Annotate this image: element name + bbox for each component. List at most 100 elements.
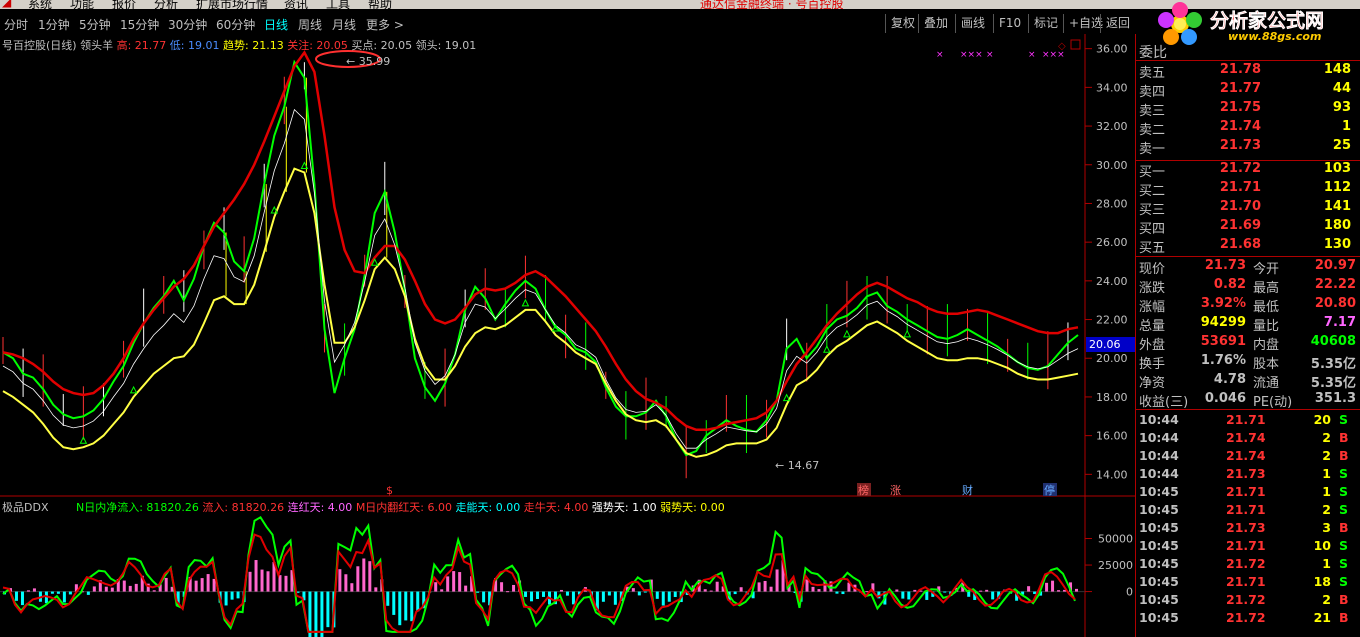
period-more[interactable]: 更多 > bbox=[366, 16, 404, 33]
svg-text:×: × bbox=[986, 50, 994, 60]
sell-level-row[interactable]: 卖三 21.75 93 bbox=[1136, 100, 1360, 119]
order-level-label: 买二 bbox=[1139, 184, 1166, 199]
period-15min[interactable]: 15分钟 bbox=[120, 16, 159, 33]
tick-side: B bbox=[1339, 592, 1349, 607]
tick-time: 10:45 bbox=[1139, 610, 1179, 625]
ddx-strong-days: 强势天: 1.00 bbox=[591, 501, 657, 514]
period-intraday[interactable]: 分时 bbox=[4, 16, 28, 33]
event-marker-rank[interactable]: 榜 bbox=[858, 483, 869, 497]
buy-level-row[interactable]: 买五 21.68 130 bbox=[1136, 237, 1360, 256]
period-5min[interactable]: 5分钟 bbox=[79, 16, 111, 33]
ddx-bar bbox=[392, 591, 396, 615]
period-30min[interactable]: 30分钟 bbox=[168, 16, 207, 33]
menu-item-system[interactable]: 系统 bbox=[28, 0, 52, 9]
menu-item-function[interactable]: 功能 bbox=[70, 0, 94, 9]
overlay-button[interactable]: 叠加 bbox=[918, 14, 953, 33]
indicator-name[interactable]: 领头羊 bbox=[80, 39, 113, 52]
order-price: 21.78 bbox=[1219, 62, 1261, 77]
buy-level-row[interactable]: 买一 21.72 103 bbox=[1136, 161, 1360, 180]
ddx-bar bbox=[601, 591, 605, 602]
tick-price: 21.71 bbox=[1226, 538, 1266, 553]
tick-volume: 18 bbox=[1313, 574, 1331, 589]
ddx-bar bbox=[757, 582, 761, 592]
stat-value: 20.97 bbox=[1314, 258, 1356, 273]
tick-price: 21.72 bbox=[1226, 556, 1266, 571]
event-marker-rise[interactable]: 涨 bbox=[890, 484, 901, 497]
ddx-bar bbox=[32, 588, 36, 592]
stat-label: 现价 bbox=[1139, 262, 1166, 277]
ddx-bar bbox=[92, 586, 96, 592]
event-marker-halt[interactable]: 停 bbox=[1044, 483, 1055, 497]
tick-row: 10:45 21.71 18 S bbox=[1136, 574, 1360, 592]
order-volume: 93 bbox=[1332, 100, 1351, 115]
order-price: 21.74 bbox=[1219, 119, 1261, 134]
sell-level-row[interactable]: 卖四 21.77 44 bbox=[1136, 81, 1360, 100]
ddx-bar bbox=[164, 577, 168, 592]
ddx-tick-label: 25000 bbox=[1098, 559, 1133, 572]
ddx-bar bbox=[230, 591, 234, 600]
tick-time: 10:44 bbox=[1139, 466, 1179, 481]
tick-volume: 21 bbox=[1313, 610, 1331, 625]
ddx-bar bbox=[733, 591, 737, 595]
ddx-bar bbox=[458, 572, 462, 592]
f10-button[interactable]: F10 bbox=[993, 14, 1026, 33]
ddx-bar bbox=[524, 591, 528, 597]
order-price: 21.72 bbox=[1219, 161, 1261, 176]
stat-label: 量比 bbox=[1253, 319, 1280, 334]
ddx-bar bbox=[104, 586, 108, 592]
restore-rights-button[interactable]: 复权 bbox=[885, 14, 920, 33]
ddx-bar bbox=[248, 571, 252, 592]
back-button[interactable]: 返回 bbox=[1100, 14, 1135, 33]
diamond-icon[interactable]: ◇ bbox=[1058, 41, 1066, 52]
tick-volume: 10 bbox=[1313, 538, 1331, 553]
ddx-bar bbox=[416, 591, 420, 612]
ddx-bar bbox=[637, 591, 641, 596]
stat-row: 外盘 53691 内盘 40608 bbox=[1136, 334, 1360, 353]
sell-level-row[interactable]: 卖二 21.74 1 bbox=[1136, 119, 1360, 138]
order-volume: 1 bbox=[1341, 119, 1351, 134]
tick-row: 10:45 21.72 21 B bbox=[1136, 610, 1360, 628]
buy-level-row[interactable]: 买二 21.71 112 bbox=[1136, 180, 1360, 199]
tick-time: 10:45 bbox=[1139, 574, 1179, 589]
ddx-bar bbox=[152, 590, 156, 592]
menu-item-tools[interactable]: 工具 bbox=[326, 0, 350, 9]
ddx-name[interactable]: 极品DDX bbox=[2, 501, 48, 514]
period-daily[interactable]: 日线 bbox=[264, 16, 288, 33]
buy-level-row[interactable]: 买四 21.69 180 bbox=[1136, 218, 1360, 237]
period-1min[interactable]: 1分钟 bbox=[38, 16, 70, 33]
tick-row: 10:45 21.71 1 S bbox=[1136, 484, 1360, 502]
menu-item-help[interactable]: 帮助 bbox=[368, 0, 392, 9]
period-60min[interactable]: 60分钟 bbox=[216, 16, 255, 33]
order-volume: 141 bbox=[1323, 199, 1351, 214]
sell-level-row[interactable]: 卖一 21.73 25 bbox=[1136, 138, 1360, 157]
ddx-bull-days: 走牛天: 4.00 bbox=[523, 501, 589, 514]
stat-label: 今开 bbox=[1253, 262, 1280, 277]
mark-button[interactable]: 标记 bbox=[1028, 14, 1063, 33]
stat-label: 涨幅 bbox=[1139, 300, 1166, 315]
draw-line-button[interactable]: 画线 bbox=[955, 14, 990, 33]
stat-label: 净资 bbox=[1139, 376, 1166, 391]
sell-level-row[interactable]: 卖五 21.78 148 bbox=[1136, 62, 1360, 81]
tick-row: 10:45 21.71 2 S bbox=[1136, 502, 1360, 520]
ddx-bar bbox=[1057, 590, 1061, 592]
ddx-bar bbox=[200, 578, 204, 592]
event-marker-dollar[interactable]: $ bbox=[386, 484, 393, 497]
period-weekly[interactable]: 周线 bbox=[298, 16, 322, 33]
buy-level-row[interactable]: 买三 21.70 141 bbox=[1136, 199, 1360, 218]
event-marker-finance[interactable]: 财 bbox=[962, 483, 973, 497]
svg-text:×: × bbox=[1028, 50, 1036, 60]
stat-label: 最低 bbox=[1253, 300, 1280, 315]
menu-item-extended[interactable]: 扩展市场行情 bbox=[196, 0, 268, 9]
ddx-bar bbox=[991, 591, 995, 600]
menu-item-quote[interactable]: 报价 bbox=[112, 0, 136, 9]
ddx-bar bbox=[667, 591, 671, 602]
ddx-bar bbox=[1051, 580, 1055, 592]
kline-chart[interactable]: 36.00 34.00 32.00 30.00 28.00 26.00 24.00 22.00… bbox=[0, 34, 1135, 637]
ddx-lines bbox=[2, 515, 1076, 633]
menu-item-analysis[interactable]: 分析 bbox=[154, 0, 178, 9]
ddx-bar bbox=[1027, 586, 1031, 592]
period-monthly[interactable]: 月线 bbox=[332, 16, 356, 33]
ddx-bar bbox=[434, 582, 438, 592]
menu-item-news[interactable]: 资讯 bbox=[284, 0, 308, 9]
price-info-line: 号百控股(日线) 领头羊 高: 21.77 低: 19.01 趋势: 21.13… bbox=[2, 37, 476, 53]
